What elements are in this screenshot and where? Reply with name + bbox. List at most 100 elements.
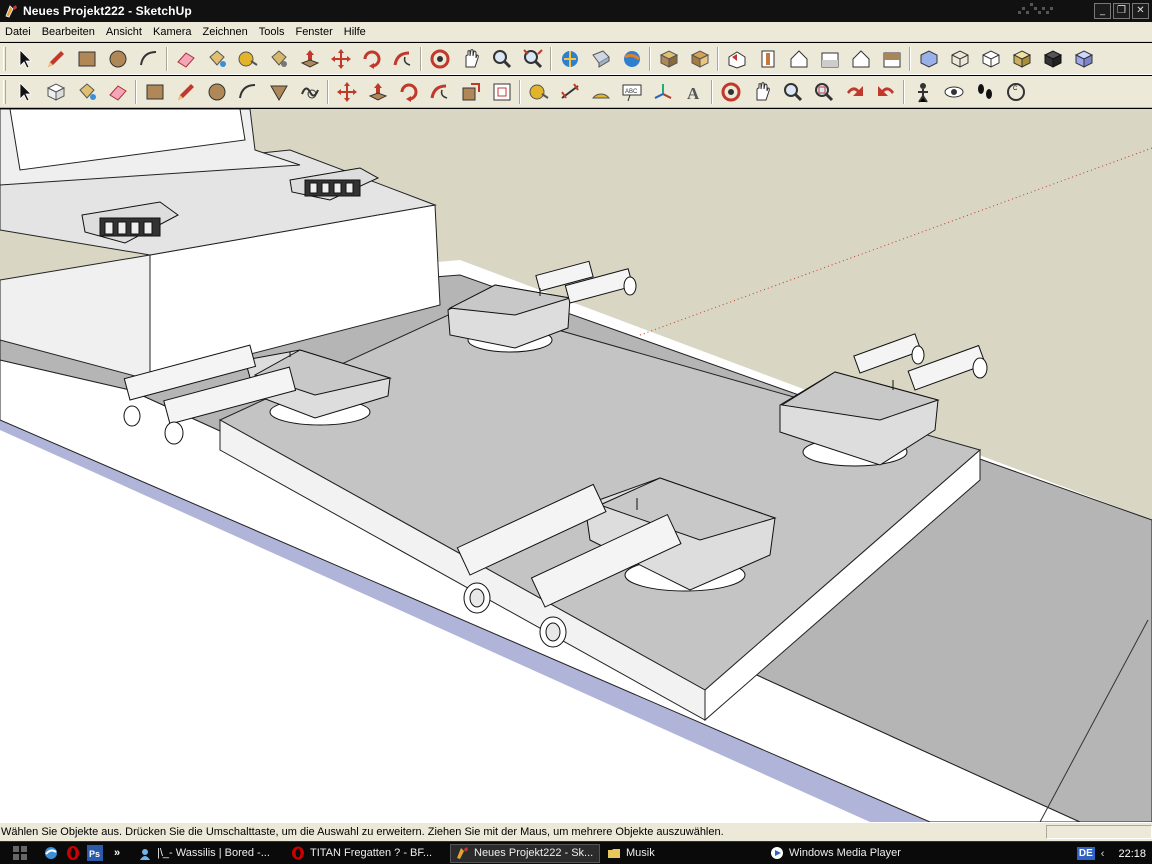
protractor-tool[interactable] xyxy=(585,78,616,106)
toolbar-separator xyxy=(327,79,329,104)
eraser-tool[interactable] xyxy=(102,78,133,106)
ie-icon[interactable] xyxy=(40,843,62,863)
quicklaunch-overflow-button[interactable]: » xyxy=(106,843,128,863)
orbit-tool[interactable] xyxy=(424,45,455,73)
circle-tool[interactable] xyxy=(201,78,232,106)
toolbar-grip[interactable] xyxy=(3,79,6,104)
text-tool[interactable]: ABC xyxy=(616,78,647,106)
taskbar-button[interactable]: Neues Projekt222 - Sk... xyxy=(450,843,600,863)
minimize-button[interactable]: _ xyxy=(1094,3,1111,19)
language-indicator[interactable]: DE xyxy=(1076,847,1095,860)
zoom-tool[interactable] xyxy=(486,45,517,73)
paint-bucket-tool[interactable] xyxy=(71,78,102,106)
menu-fenster[interactable]: Fenster xyxy=(290,22,338,42)
front-view-icon[interactable] xyxy=(783,45,814,73)
measurements-box[interactable] xyxy=(1046,825,1152,839)
taskbar-button[interactable]: Musik xyxy=(603,844,763,863)
tray-expand-button[interactable]: ‹ xyxy=(1101,848,1105,860)
photoshop-icon[interactable]: Ps xyxy=(84,843,106,863)
wireframe-style-icon[interactable] xyxy=(944,45,975,73)
dimension-tool[interactable] xyxy=(554,78,585,106)
push-pull-tool[interactable] xyxy=(362,78,393,106)
top-view-icon[interactable] xyxy=(752,45,783,73)
right-view-icon[interactable] xyxy=(814,45,845,73)
arc-tool[interactable] xyxy=(232,78,263,106)
3d-text-tool[interactable]: A xyxy=(678,78,709,106)
look-around-tool[interactable] xyxy=(938,78,969,106)
components-icon[interactable] xyxy=(653,45,684,73)
rectangle-tool[interactable] xyxy=(139,78,170,106)
follow-me-tool[interactable] xyxy=(387,45,418,73)
axes-tool[interactable] xyxy=(647,78,678,106)
pan-tool[interactable] xyxy=(746,78,777,106)
toolbar-separator xyxy=(420,46,422,71)
left-view-icon[interactable] xyxy=(876,45,907,73)
menu-bearbeiten[interactable]: Bearbeiten xyxy=(37,22,101,42)
eraser-tool[interactable] xyxy=(170,45,201,73)
pan-tool[interactable] xyxy=(455,45,486,73)
push-pull-tool[interactable] xyxy=(294,45,325,73)
share-model-icon[interactable] xyxy=(585,45,616,73)
menu-zeichnen[interactable]: Zeichnen xyxy=(198,22,254,42)
menu-kamera[interactable]: Kamera xyxy=(148,22,198,42)
close-button[interactable]: ✕ xyxy=(1132,3,1149,19)
previous-view-tool[interactable] xyxy=(839,78,870,106)
walk-tool[interactable] xyxy=(969,78,1000,106)
tape-measure-tool[interactable] xyxy=(523,78,554,106)
tape-measure-tool[interactable] xyxy=(232,45,263,73)
toolbar-grip[interactable] xyxy=(3,46,6,71)
position-camera-tool[interactable] xyxy=(907,78,938,106)
follow-me-tool[interactable] xyxy=(424,78,455,106)
back-view-icon[interactable] xyxy=(845,45,876,73)
hidden-line-style-icon[interactable] xyxy=(975,45,1006,73)
get-models-icon[interactable] xyxy=(554,45,585,73)
select-tool[interactable] xyxy=(9,45,40,73)
paint-bucket-tool[interactable] xyxy=(201,45,232,73)
line-tool[interactable] xyxy=(170,78,201,106)
zoom-tool[interactable] xyxy=(777,78,808,106)
move-tool[interactable] xyxy=(325,45,356,73)
maximize-button[interactable]: ❐ xyxy=(1113,3,1130,19)
textured-style-icon[interactable] xyxy=(1037,45,1068,73)
menu-ansicht[interactable]: Ansicht xyxy=(101,22,148,42)
move-tool[interactable] xyxy=(331,78,362,106)
zoom-extents-tool[interactable] xyxy=(517,45,548,73)
menu-tools[interactable]: Tools xyxy=(254,22,291,42)
section-plane-tool[interactable]: C xyxy=(1000,78,1031,106)
zoom-window-tool[interactable] xyxy=(808,78,839,106)
orbit-tool[interactable] xyxy=(715,78,746,106)
messenger-icon xyxy=(140,849,150,860)
start-button[interactable] xyxy=(0,842,40,864)
offset-tool[interactable] xyxy=(486,78,517,106)
next-view-tool[interactable] xyxy=(870,78,901,106)
scale-tool[interactable] xyxy=(455,78,486,106)
xray-style-icon[interactable] xyxy=(913,45,944,73)
monochrome-style-icon[interactable] xyxy=(1068,45,1099,73)
menu-datei[interactable]: Datei xyxy=(0,22,37,42)
drawing-viewport[interactable] xyxy=(0,109,1152,822)
arc-tool[interactable] xyxy=(133,45,164,73)
select-tool[interactable] xyxy=(9,78,40,106)
opera-icon[interactable] xyxy=(62,843,84,863)
rotate-tool[interactable] xyxy=(393,78,424,106)
menu-hilfe[interactable]: Hilfe xyxy=(339,22,372,42)
materials-icon[interactable] xyxy=(684,45,715,73)
taskbar-button[interactable]: |\_- Wassilis | Bored -... xyxy=(134,844,284,863)
freehand-tool[interactable] xyxy=(294,78,325,106)
shaded-style-icon[interactable] xyxy=(1006,45,1037,73)
make-component-tool[interactable] xyxy=(40,78,71,106)
clock[interactable]: 22:18 xyxy=(1118,848,1146,860)
pencil-tool[interactable] xyxy=(40,45,71,73)
iso-view-icon[interactable] xyxy=(721,45,752,73)
taskbar-button[interactable]: TITAN Fregatten ? - BF... xyxy=(287,844,447,863)
toolbar-separator xyxy=(519,79,521,104)
toolbar-separator xyxy=(135,79,137,104)
rectangle-tool[interactable] xyxy=(71,45,102,73)
polygon-tool[interactable] xyxy=(263,78,294,106)
paint-tool-2[interactable] xyxy=(263,45,294,73)
model-scene[interactable] xyxy=(0,109,1152,822)
rotate-tool[interactable] xyxy=(356,45,387,73)
circle-tool[interactable] xyxy=(102,45,133,73)
google-earth-icon[interactable] xyxy=(616,45,647,73)
taskbar-button[interactable]: Windows Media Player xyxy=(766,844,916,863)
